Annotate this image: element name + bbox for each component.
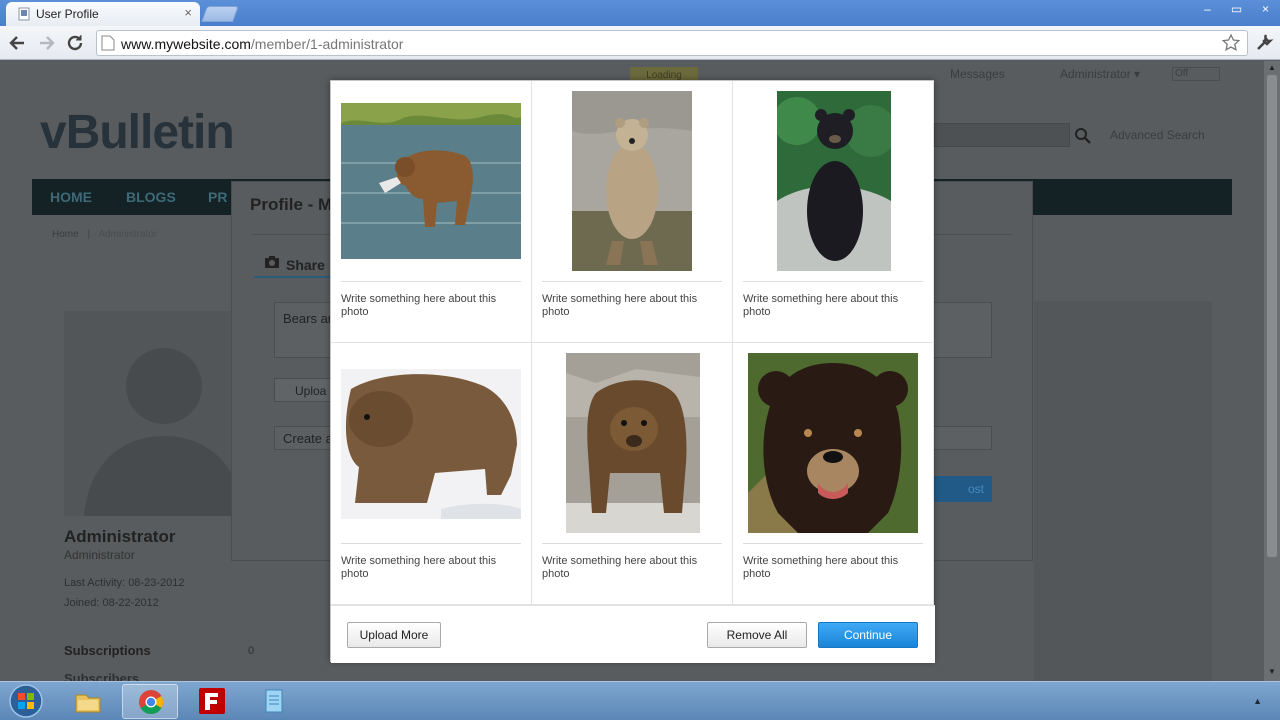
scroll-down-icon[interactable]: ▼ — [1268, 667, 1276, 676]
photo-thumbnail[interactable] — [572, 91, 692, 271]
notepad-icon — [265, 689, 283, 713]
photo-caption-input[interactable]: Write something here about this photo — [542, 293, 712, 319]
browser-tab-strip: User Profile × – ▭ × — [0, 0, 1280, 26]
nav-blogs[interactable]: BLOGS — [126, 189, 176, 205]
breadcrumb: Home | Administrator — [52, 229, 158, 240]
minimize-button[interactable]: – — [1193, 0, 1222, 18]
camera-icon — [265, 256, 279, 268]
taskbar-explorer[interactable] — [60, 684, 116, 719]
off-toggle[interactable]: Off — [1172, 67, 1220, 81]
forward-arrow-icon[interactable] — [36, 32, 58, 54]
browser-tab[interactable]: User Profile × — [6, 2, 200, 26]
subscribers-heading[interactable]: Subscribers — [64, 671, 139, 681]
user-menu-link[interactable]: Administrator ▾ — [1060, 67, 1140, 81]
site-search-input[interactable] — [934, 123, 1070, 147]
scroll-up-icon[interactable]: ▲ — [1268, 63, 1276, 72]
caption-divider — [743, 543, 923, 544]
last-activity: Last Activity: 08-23-2012 — [64, 577, 185, 589]
photo-item: Write something here about this photo — [331, 81, 532, 343]
avatar — [64, 311, 244, 516]
remove-all-button[interactable]: Remove All — [707, 622, 807, 648]
page-scrollbar[interactable]: ▲ ▼ — [1264, 61, 1280, 681]
taskbar-chrome[interactable] — [122, 684, 178, 719]
photo-upload-modal: Write something here about this photo Wr… — [330, 80, 935, 663]
search-icon[interactable] — [1074, 127, 1092, 145]
caption-divider — [542, 281, 722, 282]
photo-item: Write something here about this photo — [532, 81, 733, 343]
photo-grid: Write something here about this photo Wr… — [331, 81, 935, 605]
joined-date: Joined: 08-22-2012 — [64, 597, 159, 609]
photo-caption-input[interactable]: Write something here about this photo — [743, 555, 913, 581]
photo-item: Write something here about this photo — [532, 343, 733, 605]
url-text: www.mywebsite.com/member/1-administrator — [121, 36, 404, 52]
advanced-search-link[interactable]: Advanced Search — [1110, 128, 1205, 142]
reload-icon[interactable] — [64, 32, 86, 54]
tab-share-label: Share — [286, 257, 325, 273]
address-bar[interactable]: www.mywebsite.com/member/1-administrator — [96, 30, 1248, 56]
breadcrumb-current: Administrator — [98, 229, 158, 240]
caption-divider — [341, 543, 521, 544]
vbulletin-logo: vBulletin — [40, 106, 235, 159]
maximize-button[interactable]: ▭ — [1222, 0, 1251, 18]
messages-link[interactable]: Messages — [950, 67, 1005, 81]
photo-thumbnail[interactable] — [341, 103, 521, 259]
folder-icon — [75, 694, 101, 713]
photo-thumbnail[interactable] — [748, 353, 918, 533]
profile-name: Administrator — [64, 527, 176, 546]
modal-footer: Upload More Remove All Continue — [331, 605, 935, 663]
tab-title: User Profile — [36, 7, 99, 21]
photo-caption-input[interactable]: Write something here about this photo — [542, 555, 712, 581]
taskbar-notepad[interactable] — [246, 684, 302, 719]
caption-divider — [542, 543, 722, 544]
page-icon — [101, 35, 115, 51]
tab-close-icon[interactable]: × — [184, 5, 192, 20]
photo-caption-input[interactable]: Write something here about this photo — [743, 293, 913, 319]
close-window-button[interactable]: × — [1251, 0, 1280, 18]
photo-item: Write something here about this photo — [733, 81, 934, 343]
subscriptions-heading[interactable]: Subscriptions — [64, 643, 151, 658]
profile-dialog-title: Profile - M — [250, 195, 333, 214]
post-button[interactable]: ost — [932, 476, 992, 502]
textarea-text: Bears ar — [283, 311, 333, 326]
scroll-thumb[interactable] — [1267, 75, 1277, 557]
bookmark-star-icon[interactable] — [1221, 33, 1241, 53]
caption-divider — [341, 281, 521, 282]
filezilla-icon — [199, 688, 225, 714]
upload-more-button[interactable]: Upload More — [347, 622, 441, 648]
back-arrow-icon[interactable] — [6, 32, 28, 54]
window-controls: – ▭ × — [1193, 0, 1280, 20]
chrome-icon — [139, 690, 163, 714]
photo-thumbnail[interactable] — [566, 353, 700, 533]
continue-button[interactable]: Continue — [818, 622, 918, 648]
photo-thumbnail[interactable] — [341, 369, 521, 519]
nav-home[interactable]: HOME — [50, 189, 92, 205]
photo-caption-input[interactable]: Write something here about this photo — [341, 555, 511, 581]
windows-start-icon[interactable] — [6, 683, 46, 719]
nav-profile[interactable]: PR — [208, 189, 227, 205]
sidebar-panel — [1034, 301, 1212, 681]
wrench-menu-icon[interactable] — [1254, 32, 1274, 52]
subscriptions-count: 0 — [248, 645, 255, 657]
caption-divider — [743, 281, 923, 282]
photo-thumbnail[interactable] — [777, 91, 891, 271]
default-avatar-icon — [84, 348, 244, 516]
new-tab-button[interactable] — [201, 6, 239, 22]
profile-role: Administrator — [64, 548, 135, 562]
taskbar-filezilla[interactable] — [184, 684, 240, 719]
photo-item: Write something here about this photo — [733, 343, 934, 605]
photo-caption-input[interactable]: Write something here about this photo — [341, 293, 511, 319]
breadcrumb-home[interactable]: Home — [52, 229, 79, 240]
page-favicon-icon — [18, 7, 30, 21]
browser-toolbar: www.mywebsite.com/member/1-administrator — [0, 26, 1280, 60]
windows-taskbar: ▲ — [0, 681, 1280, 720]
photo-item: Write something here about this photo — [331, 343, 532, 605]
tray-expand-icon[interactable]: ▲ — [1253, 696, 1262, 706]
